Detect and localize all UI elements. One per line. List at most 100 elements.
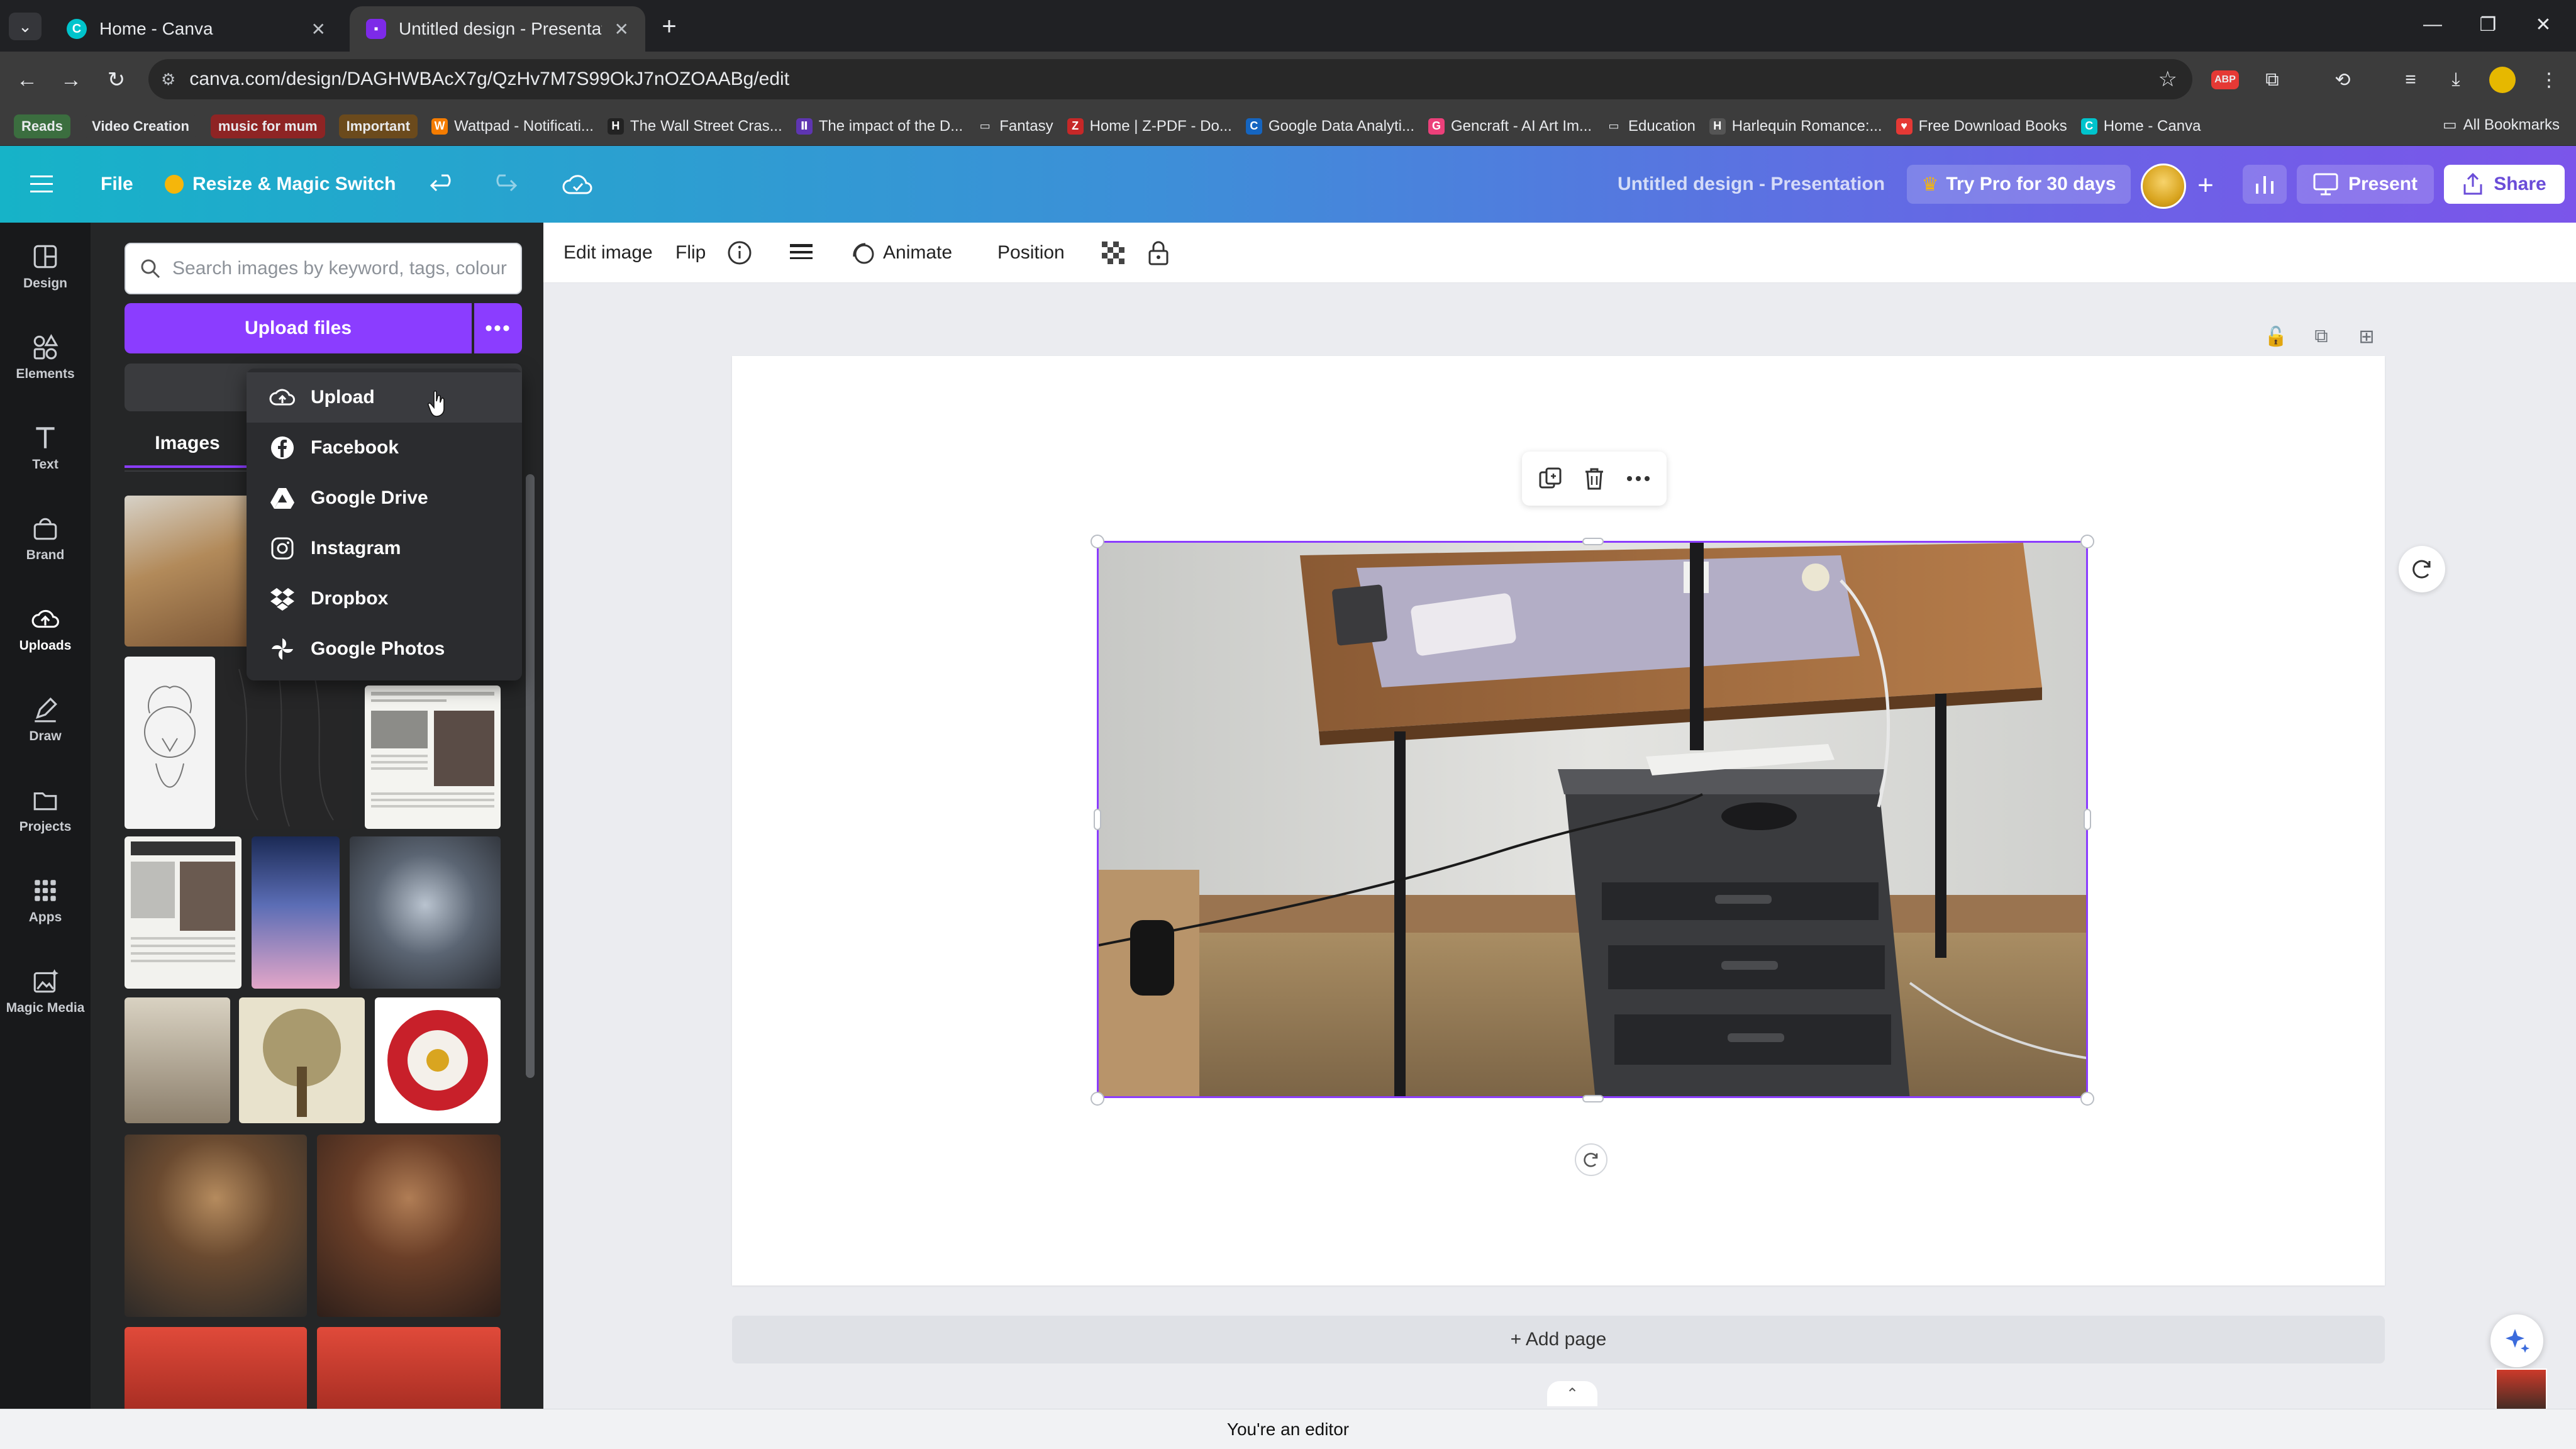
media-control-icon[interactable]: ≡ [2395,64,2426,96]
minimize-icon[interactable]: — [2407,9,2458,40]
uploaded-image-the-times[interactable] [125,836,242,989]
bookmark-folder[interactable]: music for mum [210,114,325,138]
design-title[interactable]: Untitled design - Presentation [1618,165,1885,204]
resize-handle-bottom-right[interactable] [2080,1092,2094,1106]
uploaded-image-desk[interactable] [125,496,250,647]
bookmark-item[interactable]: H Harlequin Romance:... [1709,118,1882,135]
transparency-icon[interactable] [1101,236,1126,269]
resize-handle-bottom-left[interactable] [1091,1092,1104,1106]
add-page-button[interactable]: + Add page [732,1316,2385,1363]
back-arrow-icon[interactable]: ← [11,64,43,96]
magic-assistant-sparkle-icon[interactable] [2490,1314,2543,1367]
uploaded-image-anime-2[interactable] [317,1327,501,1418]
undo-icon[interactable] [430,165,458,204]
bookmark-folder[interactable]: ▭ Education [1606,118,1696,135]
resize-handle-top[interactable] [1582,538,1604,545]
upload-files-button[interactable]: Upload files [125,303,472,353]
pages-expand-chevron-icon[interactable]: ⌃ [1547,1381,1597,1406]
animate-button[interactable]: Animate [850,236,952,269]
add-collaborator-plus-icon[interactable]: + [2189,169,2223,203]
bookmark-item[interactable]: G Gencraft - AI Art Im... [1428,118,1592,135]
menu-item-upload[interactable]: Upload [247,372,522,423]
menu-item-dropbox[interactable]: Dropbox [247,574,522,624]
panel-scrollbar[interactable] [526,474,535,1078]
rail-item-brand[interactable]: Brand [0,501,91,576]
adblock-icon[interactable]: ABP [2211,70,2239,89]
rotate-icon[interactable] [1575,1143,1607,1176]
history-icon[interactable]: ⟲ [2327,64,2358,96]
insights-bar-chart-icon[interactable] [2243,165,2287,204]
regenerate-icon[interactable] [2399,546,2445,592]
bookmark-star-icon[interactable]: ☆ [2158,67,2177,92]
download-icon[interactable]: ⤓ [2440,64,2472,96]
page-thumbnail[interactable] [2496,1368,2547,1413]
resize-handle-right[interactable] [2084,809,2091,830]
bookmark-item[interactable]: Ⅱ The impact of the D... [796,118,963,135]
uploaded-image-lion-sketch[interactable] [125,657,215,829]
present-button[interactable]: Present [2297,165,2434,204]
browser-tab-design[interactable]: ▪ Untitled design - Presentation ✕ [350,6,645,52]
uploaded-image-anime-1[interactable] [125,1327,307,1418]
add-page-icon[interactable]: ⊞ [2351,321,2382,352]
more-options-icon[interactable]: ••• [474,303,522,353]
bookmark-item[interactable]: ♥ Free Download Books [1896,118,2067,135]
rail-item-apps[interactable]: Apps [0,863,91,938]
browser-menu-icon[interactable]: ⋮ [2533,64,2565,96]
rail-item-magic-media[interactable]: Magic Media [0,953,91,1029]
menu-item-google-drive[interactable]: Google Drive [247,473,522,523]
menu-item-google-photos[interactable]: Google Photos [247,624,522,674]
uploaded-image-line-art[interactable] [220,657,352,829]
try-pro-button[interactable]: ♛ Try Pro for 30 days [1907,165,2131,204]
flip-button[interactable]: Flip [675,236,706,269]
close-icon[interactable]: ✕ [614,19,629,40]
duplicate-page-icon[interactable]: ⧉ [2306,321,2337,352]
user-avatar[interactable] [2141,164,2186,209]
menu-item-instagram[interactable]: Instagram [247,523,522,574]
share-button[interactable]: Share [2444,165,2565,204]
hamburger-menu-icon[interactable] [30,165,55,204]
rail-item-uploads[interactable]: Uploads [0,591,91,667]
address-bar[interactable]: ⚙ canva.com/design/DAGHWBAcX7g/QzHv7M7S9… [148,59,2192,99]
bookmark-folder[interactable]: ▭ Fantasy [977,118,1053,135]
more-options-icon[interactable] [1621,461,1656,496]
rail-item-projects[interactable]: Projects [0,772,91,848]
menu-item-facebook[interactable]: Facebook [247,423,522,473]
resize-magic-switch-button[interactable]: Resize & Magic Switch [165,165,396,204]
browser-tab-home[interactable]: C Home - Canva ✕ [50,6,342,52]
bookmark-item[interactable]: Z Home | Z-PDF - Do... [1067,118,1232,135]
uploaded-image-tree[interactable] [239,997,365,1123]
window-close-icon[interactable]: ✕ [2518,9,2568,40]
uploaded-image-nun-portrait[interactable] [125,997,230,1123]
rail-item-draw[interactable]: Draw [0,682,91,757]
resize-handle-top-left[interactable] [1091,535,1104,548]
bookmark-folder[interactable]: Important [338,114,418,138]
selected-image-desk-photo[interactable] [1097,541,2088,1098]
site-info-icon[interactable]: ⚙ [161,70,175,89]
bookmark-item[interactable]: C Home - Canva [2080,118,2201,135]
duplicate-icon[interactable] [1533,461,1568,496]
bookmark-folder[interactable]: Reads [14,114,71,138]
edit-image-button[interactable]: Edit image [564,236,653,269]
uploaded-image-warrior-1[interactable] [125,1135,307,1317]
rail-item-design[interactable]: Design [0,229,91,304]
file-menu[interactable]: File [101,165,133,204]
resize-handle-bottom[interactable] [1582,1095,1604,1102]
resize-handle-top-right[interactable] [2080,535,2094,548]
profile-avatar[interactable] [2489,67,2516,93]
trash-icon[interactable] [1577,461,1612,496]
all-bookmarks[interactable]: ▭ All Bookmarks [2443,116,2560,134]
rail-item-text[interactable]: Text [0,410,91,486]
lock-icon[interactable] [1147,236,1170,269]
search-input[interactable]: Search images by keyword, tags, colour [125,243,522,294]
tab-search-button[interactable]: ⌄ [9,13,42,40]
reload-icon[interactable]: ↻ [101,64,132,96]
bookmark-item[interactable]: C Google Data Analyti... [1245,118,1414,135]
page-lock-icon[interactable]: 🔓 [2260,321,2292,352]
extensions-icon[interactable]: ⧉ [2257,64,2288,96]
uploaded-image-newspaper[interactable] [365,686,501,829]
bookmark-folder[interactable]: Video Creation [84,114,197,138]
uploaded-image-warrior-2[interactable] [317,1135,501,1317]
rail-item-elements[interactable]: Elements [0,319,91,395]
bookmark-item[interactable]: H The Wall Street Cras... [607,118,782,135]
forward-arrow-icon[interactable]: → [55,64,87,96]
